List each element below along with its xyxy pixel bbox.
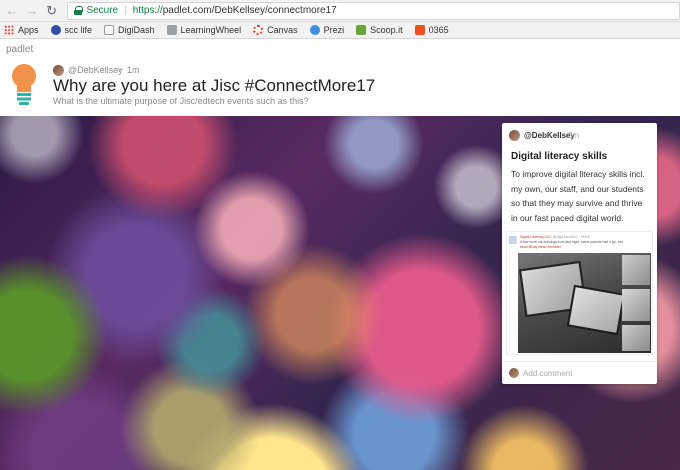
bookmark-label: Canvas: [267, 25, 298, 35]
bookmark-canvas[interactable]: Canvas: [253, 25, 298, 35]
post-body-line: my own, our staff, and our students: [511, 183, 644, 194]
thumbnail-photo: [622, 255, 650, 285]
bookmarks-bar: Apps scc life DigiDash LearningWheel Can…: [0, 22, 680, 39]
tweet-handle: @DigiLearnSCC · Feb 8: [552, 235, 590, 239]
bookmark-learningwheel[interactable]: LearningWheel: [166, 25, 242, 35]
office365-icon: [414, 25, 425, 35]
bookmark-0365[interactable]: 0365: [414, 25, 449, 35]
bookmark-label: 0365: [428, 25, 449, 35]
bookmark-digidash[interactable]: DigiDash: [104, 25, 155, 35]
author-separator: ·: [119, 64, 122, 74]
padlet-logo[interactable]: padlet: [6, 44, 33, 55]
bookmark-label: LearningWheel: [180, 25, 242, 35]
wall-timestamp: 1m: [127, 65, 140, 75]
comment-bar: Add comment: [502, 361, 657, 384]
tweet-header: Digital Learning SCC @DigiLearnSCC · Feb…: [520, 235, 589, 239]
post-author-avatar: [509, 130, 520, 141]
post-title: Digital literacy skills: [511, 151, 608, 162]
post-body-line: To improve digital literacy skills incl.: [511, 169, 645, 179]
digidash-icon: [104, 25, 115, 35]
post-body: To improve digital literacy skills incl.…: [511, 167, 653, 225]
forward-arrow-icon[interactable]: →: [24, 3, 40, 19]
author-avatar: [53, 65, 64, 76]
commenter-avatar: [509, 368, 519, 378]
wall-author: @DebKellsey: [68, 65, 123, 75]
browser-toolbar: ← → ↻ Secure | https:// padlet.com/DebKe…: [0, 0, 680, 22]
post-card[interactable]: @DebKellsey 2m Digital literacy skills T…: [502, 123, 657, 384]
bookmark-scc-life[interactable]: scc life: [50, 25, 93, 35]
tweet-embed[interactable]: Digital Learning SCC @DigiLearnSCC · Feb…: [506, 231, 653, 355]
lightbulb-icon: [12, 64, 36, 105]
url-protocol: https://: [132, 5, 163, 16]
post-timestamp: 2m: [568, 131, 580, 140]
reload-icon[interactable]: ↻: [44, 3, 60, 19]
apps-grid-icon: [4, 25, 14, 35]
scc-life-icon: [50, 25, 61, 35]
bookmark-apps[interactable]: Apps: [4, 25, 39, 35]
add-comment-input[interactable]: Add comment: [523, 369, 572, 378]
secure-label: Secure: [86, 5, 119, 16]
prezi-icon: [309, 25, 320, 35]
tweet-avatar-icon: [509, 236, 517, 244]
bookmark-prezi[interactable]: Prezi: [309, 25, 345, 35]
address-bar[interactable]: Secure | https:// padlet.com/DebKellsey/…: [67, 1, 680, 20]
tablet-photo: [566, 284, 626, 336]
bookmark-scoopit[interactable]: Scoop.it: [356, 25, 403, 35]
wall-title: Why are you here at Jisc #ConnectMore17: [53, 76, 376, 95]
post-body-line: in our fast paced digital world.: [511, 212, 624, 223]
tweet-author: Digital Learning SCC: [520, 235, 552, 239]
lock-icon: [74, 6, 84, 15]
url-separator: |: [124, 5, 127, 16]
bookmark-label: scc life: [64, 25, 93, 35]
wall-header: padlet @DebKellsey · 1m Why are you here…: [0, 39, 680, 116]
scoopit-icon: [356, 25, 367, 35]
bookmark-label: DigiDash: [118, 25, 155, 35]
learningwheel-icon: [166, 25, 177, 35]
wall-description: What is the ultimate purpose of Jisc/edt…: [53, 96, 309, 106]
thumbnail-photo: [622, 289, 650, 321]
canvas-icon: [253, 25, 264, 35]
post-body-line: so that they may survive and thrive: [511, 198, 643, 208]
back-arrow-icon[interactable]: ←: [4, 3, 20, 19]
url-host: padlet.com/DebKellsey/connectmore17: [162, 5, 337, 16]
tweet-photo[interactable]: [518, 253, 651, 353]
tweet-hashtags[interactable]: #sccLBDay #lead #ereader: [520, 245, 561, 249]
bookmark-label: Scoop.it: [370, 25, 403, 35]
tweet-text: A few more cat drawings from last night,…: [520, 240, 624, 244]
thumbnail-photo: [622, 325, 650, 351]
bookmark-label: Apps: [18, 25, 39, 35]
bookmark-label: Prezi: [323, 25, 345, 35]
